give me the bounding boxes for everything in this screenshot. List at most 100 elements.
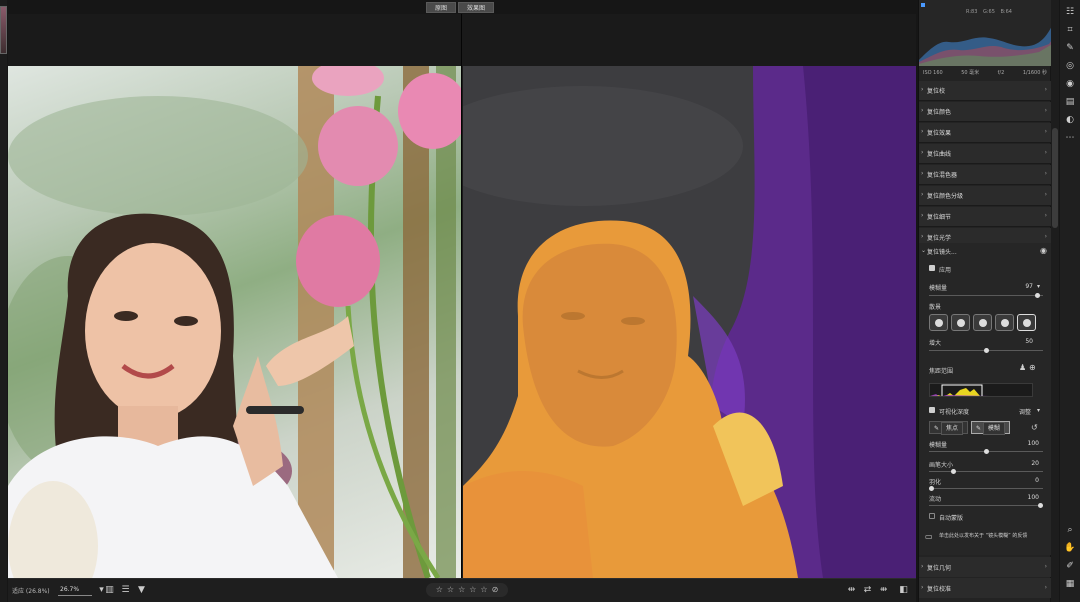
feather-value[interactable]: 0 <box>1025 477 1039 484</box>
blur-brush-button[interactable]: ✎ 模糊 <box>970 421 1010 435</box>
tool-strip: ☷ ⌗ ✎ ◎ ◉ ▤ ◐ ⋯ ⌕ ✋ ✐ ▦ <box>1060 0 1080 602</box>
star-3[interactable]: ☆ <box>458 583 465 597</box>
section-label: 复位曲线 <box>927 151 952 158</box>
copy-settings-icon[interactable]: ⇻ <box>878 584 889 596</box>
blur-amount-value[interactable]: 97 <box>1019 283 1033 290</box>
amount-slider[interactable] <box>929 449 1043 454</box>
star-1[interactable]: ☆ <box>436 583 443 597</box>
panel-scrollbar[interactable] <box>1051 0 1059 602</box>
section-detail[interactable]: › 复位细节 › <box>919 207 1051 227</box>
before-after-mode-icon[interactable]: ⇹ <box>846 584 857 596</box>
visibility-eye-icon[interactable]: ◉ <box>1040 246 1047 255</box>
apply-checkbox[interactable] <box>929 265 935 271</box>
more-icon[interactable]: › <box>1045 212 1047 219</box>
visualize-depth-checkbox[interactable] <box>929 407 935 413</box>
compare-divider[interactable] <box>461 14 462 578</box>
star-5[interactable]: ☆ <box>480 583 487 597</box>
section-label: 复位颜色 <box>927 109 952 116</box>
bokeh-cat-eye-button[interactable] <box>1017 314 1036 331</box>
filter-icon[interactable]: ▼ <box>136 584 147 596</box>
more-icon[interactable]: › <box>1045 128 1047 135</box>
zoom-icon[interactable]: ⌕ <box>1064 524 1076 536</box>
bokeh-blade-button[interactable] <box>973 314 992 331</box>
panel-sections: › 复位校 › › 复位颜色 › › 复位效果 › › 复位曲线 › › 复位混色器 › › 复位颜色… <box>919 81 1051 249</box>
red-eye-icon[interactable]: ◉ <box>1064 78 1076 90</box>
filmstrip-toggle-icon[interactable]: ▥ <box>104 584 115 596</box>
brush-size-slider[interactable] <box>929 469 1043 474</box>
section-geometry[interactable]: › 复位几何 › <box>919 557 1051 577</box>
section-color-grading[interactable]: › 复位颜色分级 › <box>919 186 1051 206</box>
grid-icon[interactable]: ▦ <box>1064 578 1076 590</box>
more-icon[interactable]: › <box>1045 149 1047 156</box>
more-icon[interactable]: › <box>1045 584 1047 591</box>
slider-thumb[interactable] <box>1034 293 1040 298</box>
section-label: 复位几何 <box>927 564 952 572</box>
more-icon[interactable]: › <box>1045 170 1047 177</box>
lens-blur-header[interactable]: ⌄ 复位镜头... ◉ <box>919 243 1051 259</box>
more-icon[interactable]: › <box>1045 86 1047 93</box>
slider-thumb[interactable] <box>950 469 956 474</box>
flow-slider[interactable] <box>929 503 1043 508</box>
edit-sliders-icon[interactable]: ☷ <box>1064 6 1076 18</box>
blur-amount-slider[interactable] <box>929 293 1043 298</box>
swap-icon[interactable]: ⇄ <box>862 584 873 596</box>
chevron-down-icon[interactable]: ▾ <box>1037 283 1040 290</box>
slider-thumb[interactable] <box>929 486 934 491</box>
chevron-down-icon[interactable]: ▾ <box>1037 407 1040 414</box>
fit-zoom-label[interactable]: 适应 (26.8%) <box>12 586 50 595</box>
boost-value[interactable]: 50 <box>1019 338 1033 345</box>
before-label[interactable]: 原图 <box>426 2 457 13</box>
focus-range-graph[interactable] <box>929 383 1033 397</box>
reset-icon[interactable]: ↺ <box>1031 423 1038 432</box>
more-icon[interactable]: › <box>1045 191 1047 198</box>
healing-brush-icon[interactable]: ✎ <box>1064 42 1076 54</box>
slider-thumb[interactable] <box>983 449 989 454</box>
focus-brush-button[interactable]: ✎ 焦点 <box>929 421 968 435</box>
more-options-icon[interactable]: ⋯ <box>1064 132 1076 144</box>
focus-range-label: 焦距范围 <box>929 368 954 375</box>
star-4[interactable]: ☆ <box>469 583 476 597</box>
boost-slider[interactable] <box>929 348 1043 353</box>
flow-value[interactable]: 100 <box>1025 494 1039 501</box>
split-view-icon[interactable]: ◧ <box>898 584 909 596</box>
more-icon[interactable]: › <box>1045 107 1047 114</box>
bokeh-bubble-button[interactable] <box>951 314 970 331</box>
after-label[interactable]: 效果图 <box>458 2 495 13</box>
section-basic[interactable]: › 复位校 › <box>919 81 1051 101</box>
snapshots-icon[interactable]: ◐ <box>1064 114 1076 126</box>
section-effects[interactable]: › 复位效果 › <box>919 123 1051 143</box>
crop-icon[interactable]: ⌗ <box>1064 24 1076 36</box>
more-icon[interactable]: › <box>1045 233 1047 240</box>
scrollbar-thumb[interactable] <box>1052 128 1058 228</box>
color-sampler-icon[interactable]: ✐ <box>1064 560 1076 572</box>
amount-value[interactable]: 100 <box>1025 440 1039 447</box>
presets-icon[interactable]: ▤ <box>1064 96 1076 108</box>
rgb-readout: R:83 G:65 B:64 <box>966 9 1012 15</box>
hand-icon[interactable]: ✋ <box>1064 542 1076 554</box>
zoom-select[interactable]: 26.7% <box>58 584 92 596</box>
focus-range-histogram <box>930 384 1000 396</box>
person-focus-icon[interactable]: ♟ <box>1019 363 1026 372</box>
slider-thumb[interactable] <box>983 348 989 353</box>
mask-icon[interactable]: ◎ <box>1064 60 1076 72</box>
clear-rating-icon[interactable]: ⊘ <box>492 583 499 597</box>
sort-icon[interactable]: ☰ <box>120 584 131 596</box>
chevron-right-icon: › <box>921 191 924 198</box>
flow-label: 流动 <box>929 496 942 503</box>
section-calibration[interactable]: › 复位校准 › <box>919 578 1051 598</box>
bokeh-circle-button[interactable] <box>929 314 948 331</box>
feather-slider[interactable] <box>929 486 1043 491</box>
section-curves[interactable]: › 复位曲线 › <box>919 144 1051 164</box>
brush-size-value[interactable]: 20 <box>1025 460 1039 467</box>
slider-thumb[interactable] <box>1038 503 1043 508</box>
filmstrip-thumbnail[interactable] <box>0 6 7 54</box>
more-icon[interactable]: › <box>1045 563 1047 570</box>
section-color[interactable]: › 复位颜色 › <box>919 102 1051 122</box>
star-2[interactable]: ☆ <box>447 583 454 597</box>
target-focus-icon[interactable]: ⊕ <box>1029 363 1036 372</box>
section-mixer[interactable]: › 复位混色器 › <box>919 165 1051 185</box>
feedback-tip[interactable]: ▭ 单击此处以发布关于 “镜头模糊” 的反馈 <box>925 533 1043 541</box>
bokeh-ring-button[interactable] <box>995 314 1014 331</box>
auto-mask-checkbox[interactable] <box>929 513 935 519</box>
adjust-label[interactable]: 调整 <box>1019 407 1031 416</box>
